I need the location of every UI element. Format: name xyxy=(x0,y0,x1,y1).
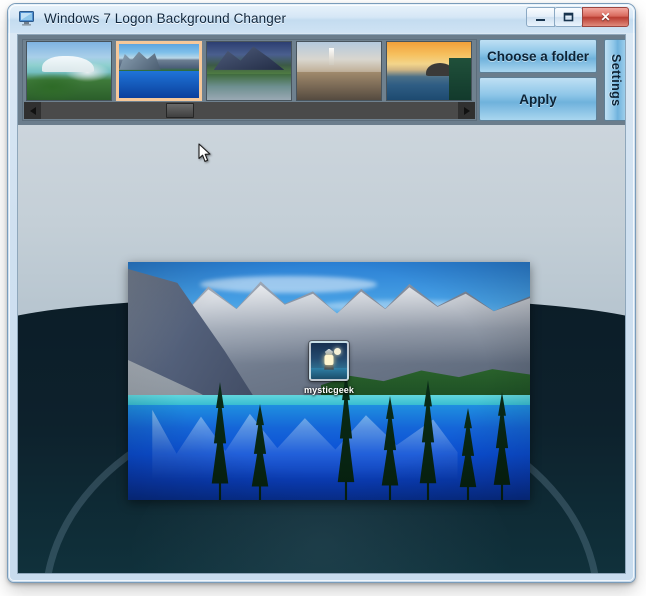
avatar-sea xyxy=(311,368,347,379)
lighthouse-lamp-avatar[interactable] xyxy=(309,340,349,381)
minimize-button[interactable] xyxy=(526,7,555,27)
logon-screen-preview[interactable]: mysticgeek xyxy=(128,262,530,500)
apply-button[interactable]: Apply xyxy=(479,77,597,121)
scrollbar-thumb[interactable] xyxy=(166,103,194,118)
maximize-button[interactable] xyxy=(554,7,583,27)
thumbnail-panel xyxy=(22,39,477,121)
title-bar[interactable]: Windows 7 Logon Background Changer ✕ xyxy=(8,4,635,33)
preview-stage: mysticgeek xyxy=(18,125,625,573)
scrollbar-track[interactable] xyxy=(41,102,458,119)
action-button-column: Choose a folder Apply xyxy=(479,39,599,121)
scroll-right-button[interactable] xyxy=(458,102,475,119)
lighthouse-thumbnail[interactable] xyxy=(296,41,382,101)
application-window: Windows 7 Logon Background Changer ✕ Cho… xyxy=(8,4,635,582)
lamp-glow xyxy=(324,354,334,365)
sunset-bay-thumbnail[interactable] xyxy=(386,41,472,101)
window-title: Windows 7 Logon Background Changer xyxy=(44,11,287,26)
thumbnail-strip[interactable] xyxy=(24,41,475,103)
monitor-icon xyxy=(19,11,36,26)
thumbnail-scrollbar[interactable] xyxy=(24,102,475,119)
settings-tab[interactable]: Settings xyxy=(604,39,625,121)
moraine-lake-thumbnail[interactable] xyxy=(116,41,202,101)
maximize-icon xyxy=(563,12,574,22)
mountain-creek-thumbnail[interactable] xyxy=(206,41,292,101)
moon-icon xyxy=(334,347,341,355)
toolbar: Choose a folder Apply Settings xyxy=(18,35,625,125)
user-account-tile[interactable]: mysticgeek xyxy=(303,340,355,395)
close-icon: ✕ xyxy=(600,10,611,24)
user-name-label: mysticgeek xyxy=(303,384,355,395)
chevron-right-icon xyxy=(463,106,470,115)
choose-folder-button[interactable]: Choose a folder xyxy=(479,39,597,73)
client-area: Choose a folder Apply Settings mysticgee… xyxy=(17,34,626,574)
chevron-left-icon xyxy=(29,106,36,115)
settings-tab-label: Settings xyxy=(609,53,623,107)
window-controls: ✕ xyxy=(526,7,629,27)
white-cliffs-thumbnail[interactable] xyxy=(26,41,112,101)
minimize-icon xyxy=(536,18,545,21)
close-button[interactable]: ✕ xyxy=(582,7,629,27)
scroll-left-button[interactable] xyxy=(24,102,41,119)
